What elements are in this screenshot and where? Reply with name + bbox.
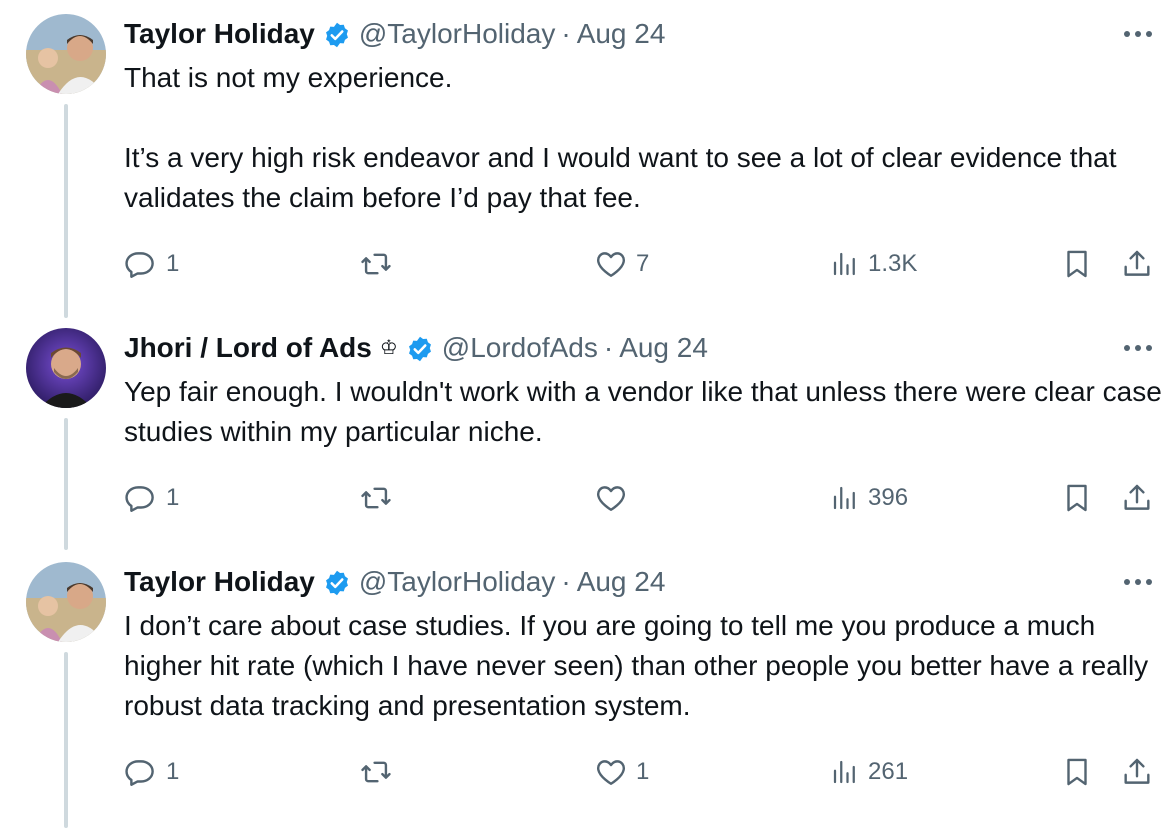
repost-icon (361, 253, 391, 275)
like-icon (597, 760, 625, 785)
author-name[interactable]: Taylor Holiday (124, 14, 315, 54)
tweet-paragraph: I don’t care about case studies. If you … (124, 610, 1149, 721)
bookmark-icon[interactable] (1060, 244, 1094, 284)
reply-icon (125, 760, 154, 786)
like-button[interactable]: 1 (594, 752, 649, 792)
tweet-header: Jhori / Lord of Ads ♔ @LordofAds · Aug 2… (124, 328, 708, 368)
more-icon[interactable] (1122, 332, 1154, 364)
avatar[interactable] (26, 562, 106, 642)
views-icon (833, 486, 855, 510)
reply-button[interactable]: 1 (124, 244, 179, 284)
view-count: 1.3K (868, 250, 918, 277)
like-button[interactable] (594, 478, 636, 518)
more-icon[interactable] (1122, 18, 1154, 50)
view-count: 396 (868, 484, 909, 511)
reply-icon (125, 486, 154, 512)
bookmark-icon[interactable] (1060, 478, 1094, 518)
tweet-text: That is not my experience. It’s a very h… (124, 58, 1164, 218)
verified-badge-icon (323, 568, 351, 596)
more-icon[interactable] (1122, 566, 1154, 598)
action-bar: 1 396 (0, 478, 1176, 518)
avatar[interactable] (26, 14, 106, 94)
thread-line (64, 652, 68, 828)
tweet-date[interactable]: Aug 24 (577, 562, 666, 602)
repost-button[interactable] (358, 244, 402, 284)
view-count: 261 (868, 758, 909, 785)
tweet-text: Yep fair enough. I wouldn't work with a … (124, 372, 1164, 452)
reply-button[interactable]: 1 (124, 752, 179, 792)
tweet-text: I don’t care about case studies. If you … (124, 606, 1164, 726)
like-count: 1 (636, 758, 650, 785)
separator-dot: · (603, 332, 614, 363)
avatar[interactable] (26, 328, 106, 408)
tweet-header: Taylor Holiday @TaylorHoliday · Aug 24 (124, 562, 665, 602)
tweet-paragraph: Yep fair enough. I wouldn't work with a … (124, 376, 1162, 447)
tweet-3[interactable]: Taylor Holiday @TaylorHoliday · Aug 24 I… (0, 548, 1176, 828)
repost-button[interactable] (358, 478, 402, 518)
like-icon (597, 486, 625, 511)
views-button[interactable]: 396 (830, 478, 908, 518)
verified-badge-icon (323, 20, 351, 48)
share-icon[interactable] (1120, 244, 1154, 284)
tweet-paragraph: It’s a very high risk endeavor and I wou… (124, 142, 1117, 213)
reply-count: 1 (166, 484, 180, 511)
like-button[interactable]: 7 (594, 244, 649, 284)
author-name[interactable]: Jhori / Lord of Ads (124, 328, 372, 368)
tweet-1[interactable]: Taylor Holiday @TaylorHoliday · Aug 24 T… (0, 0, 1176, 318)
crown-emoji: ♔ (379, 337, 398, 359)
bookmark-icon[interactable] (1060, 752, 1094, 792)
author-handle[interactable]: @TaylorHoliday (359, 562, 556, 602)
like-count: 7 (636, 250, 650, 277)
tweet-header: Taylor Holiday @TaylorHoliday · Aug 24 (124, 14, 665, 54)
views-icon (833, 760, 855, 784)
action-bar: 1 7 1.3K (0, 244, 1176, 284)
tweet-paragraph: That is not my experience. (124, 62, 453, 93)
action-bar: 1 1 261 (0, 752, 1176, 792)
reply-count: 1 (166, 758, 180, 785)
reply-icon (125, 252, 154, 278)
reply-button[interactable]: 1 (124, 478, 179, 518)
share-icon[interactable] (1120, 478, 1154, 518)
views-button[interactable]: 1.3K (830, 244, 917, 284)
verified-badge-icon (406, 334, 434, 362)
tweet-date[interactable]: Aug 24 (619, 328, 708, 368)
repost-icon (361, 761, 391, 783)
author-handle[interactable]: @LordofAds (442, 328, 598, 368)
tweet-2[interactable]: Jhori / Lord of Ads ♔ @LordofAds · Aug 2… (0, 314, 1176, 550)
like-icon (597, 252, 625, 277)
separator-dot: · (561, 566, 571, 597)
share-icon[interactable] (1120, 752, 1154, 792)
views-icon (833, 252, 855, 276)
tweet-date[interactable]: Aug 24 (577, 14, 666, 54)
author-name[interactable]: Taylor Holiday (124, 562, 315, 602)
separator-dot: · (561, 18, 571, 49)
reply-count: 1 (166, 250, 180, 277)
repost-icon (361, 487, 391, 509)
repost-button[interactable] (358, 752, 402, 792)
author-handle[interactable]: @TaylorHoliday (359, 14, 556, 54)
views-button[interactable]: 261 (830, 752, 908, 792)
thread-line (64, 104, 68, 318)
